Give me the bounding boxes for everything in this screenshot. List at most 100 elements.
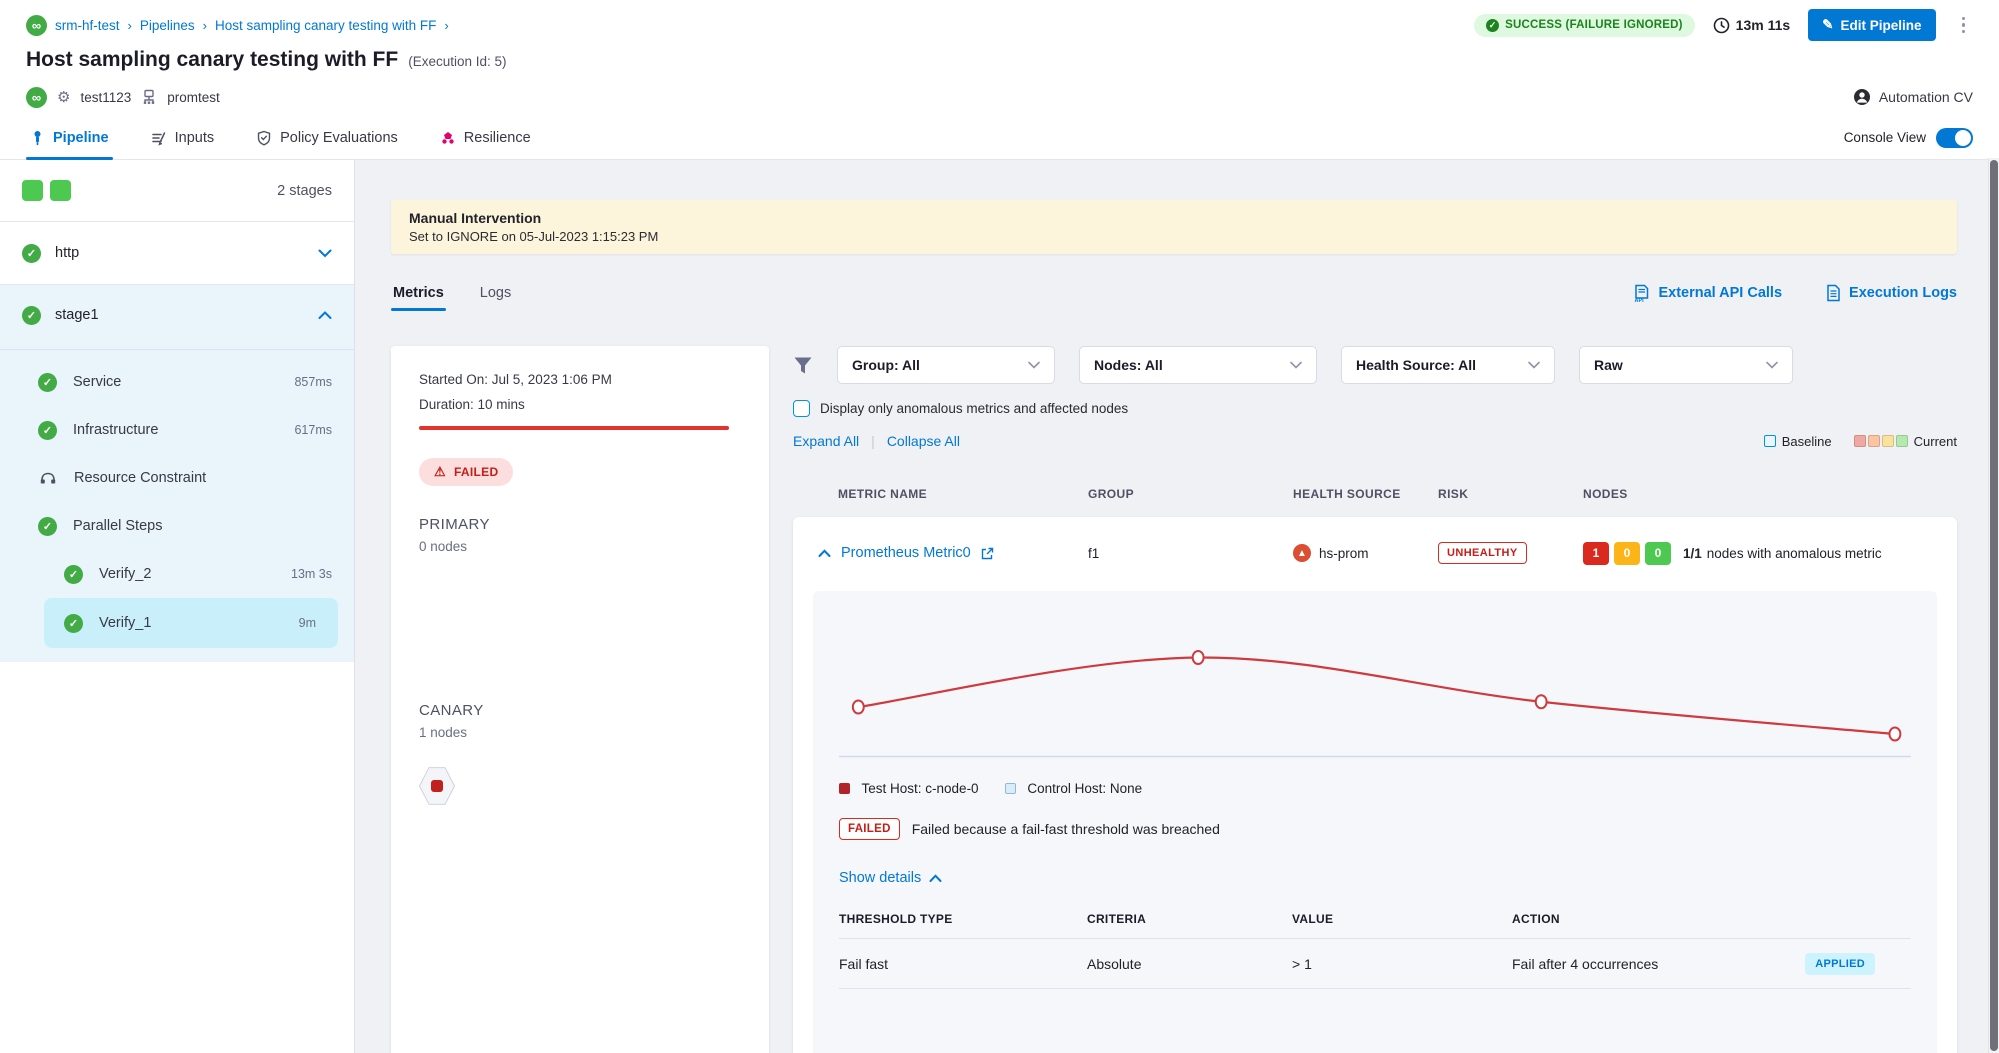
prometheus-icon: ▲ (1293, 544, 1311, 562)
current-swatches (1854, 435, 1908, 447)
resilience-icon (440, 130, 456, 146)
execution-logs-link[interactable]: Execution Logs (1826, 284, 1957, 302)
tab-metrics[interactable]: Metrics (391, 275, 446, 311)
resource-constraint-icon (38, 470, 58, 487)
sidebar-step-verify1[interactable]: ✓ Verify_1 9m (44, 598, 338, 648)
anomalous-only-checkbox[interactable] (793, 400, 810, 417)
user-avatar-icon (1853, 88, 1871, 106)
metric-line-chart[interactable] (839, 617, 1911, 767)
expand-all-link[interactable]: Expand All (793, 433, 859, 449)
collapse-chevron-up-icon[interactable] (818, 549, 831, 558)
success-check-icon: ✓ (22, 244, 41, 263)
sidebar-stage-http[interactable]: ✓ http (0, 222, 354, 285)
page-title: Host sampling canary testing with FF (26, 48, 398, 72)
tab-logs[interactable]: Logs (478, 275, 513, 311)
service-name[interactable]: test1123 (80, 90, 131, 105)
sidebar-step-service[interactable]: ✓ Service 857ms (0, 358, 354, 406)
failure-reason-row: FAILED Failed because a fail-fast thresh… (839, 818, 1911, 840)
chevron-up-icon (929, 874, 942, 883)
healthy-node-count: 0 (1645, 542, 1671, 565)
verification-duration: Duration: 10 mins (419, 397, 741, 412)
stage-count: 2 stages (277, 183, 332, 199)
svg-text:API: API (1635, 298, 1645, 303)
chevron-up-icon[interactable] (318, 311, 332, 320)
tab-policy-evaluations[interactable]: Policy Evaluations (252, 116, 402, 159)
clock-icon (1713, 17, 1730, 34)
chevron-down-icon[interactable] (318, 249, 332, 258)
monitored-service-name[interactable]: promtest (167, 90, 220, 105)
verification-summary-card: Started On: Jul 5, 2023 1:06 PM Duration… (391, 346, 769, 1053)
main-tabbar: Pipeline Inputs Policy Evaluations Resil… (0, 116, 1999, 160)
threshold-criteria: Absolute (1087, 956, 1292, 972)
metric-name-link[interactable]: Prometheus Metric0 (841, 545, 971, 561)
collapse-all-link[interactable]: Collapse All (887, 433, 960, 449)
console-view-label: Console View (1844, 130, 1926, 145)
node-counts: 1 0 0 1/1 nodes with anomalous metric (1583, 542, 1932, 565)
pencil-icon: ✎ (1822, 17, 1833, 33)
breadcrumb-project[interactable]: srm-hf-test (55, 18, 120, 33)
edit-pipeline-button[interactable]: ✎ Edit Pipeline (1808, 9, 1935, 41)
elapsed-time: 13m 11s (1713, 17, 1791, 34)
breadcrumb-pipelines[interactable]: Pipelines (140, 18, 195, 33)
sidebar-step-infrastructure[interactable]: ✓ Infrastructure 617ms (0, 406, 354, 454)
step-duration: 617ms (294, 423, 332, 437)
legend-current: Current (1854, 434, 1957, 449)
canary-node-hexagon[interactable] (419, 766, 455, 806)
metric-table-header: METRIC NAME GROUP HEALTH SOURCE RISK NOD… (793, 487, 1957, 501)
page-header: ∞ srm-hf-test › Pipelines › Host samplin… (0, 0, 1999, 110)
sidebar-step-parallel-steps[interactable]: ✓ Parallel Steps (0, 502, 354, 550)
anomalous-node-count: 1 (1583, 542, 1609, 565)
view-mode-select[interactable]: Raw (1579, 346, 1793, 384)
triggered-by: Automation CV (1853, 88, 1973, 106)
baseline-swatch (1764, 435, 1776, 447)
legend-baseline: Baseline (1764, 434, 1832, 449)
status-badge: ✓ SUCCESS (FAILURE IGNORED) (1474, 14, 1695, 37)
applied-badge: APPLIED (1805, 953, 1875, 975)
execution-sidebar: 2 stages ✓ http ✓ stage1 ✓ Service 857ms… (0, 160, 355, 1053)
nodes-ratio: 1/1 (1683, 546, 1702, 561)
threshold-row: Fail fast Absolute > 1 Fail after 4 occu… (839, 939, 1911, 989)
legend-control-host: Control Host: None (1005, 781, 1143, 796)
sidebar-stage-stage1[interactable]: ✓ stage1 (0, 285, 354, 345)
console-view-toggle[interactable] (1936, 128, 1973, 148)
breadcrumb-pipeline-name[interactable]: Host sampling canary testing with FF (215, 18, 436, 33)
external-link-icon[interactable] (981, 547, 994, 560)
step-details-panel: Manual Intervention Set to IGNORE on 05-… (355, 160, 1999, 1053)
group-filter-select[interactable]: Group: All (837, 346, 1055, 384)
nodes-filter-select[interactable]: Nodes: All (1079, 346, 1317, 384)
health-source-filter-select[interactable]: Health Source: All (1341, 346, 1555, 384)
tab-pipeline[interactable]: Pipeline (26, 116, 113, 159)
banner-message: Set to IGNORE on 05-Jul-2023 1:15:23 PM (409, 229, 1939, 244)
external-api-calls-link[interactable]: API External API Calls (1633, 284, 1782, 303)
success-check-icon: ✓ (38, 517, 57, 536)
document-icon (1826, 284, 1841, 302)
primary-node-count: 0 nodes (419, 539, 741, 554)
filter-funnel-icon[interactable] (793, 356, 813, 375)
divider: | (871, 433, 875, 449)
breadcrumb: ∞ srm-hf-test › Pipelines › Host samplin… (26, 15, 449, 36)
more-options-menu[interactable] (1954, 13, 1974, 38)
scrollbar-thumb[interactable] (1990, 160, 1998, 1051)
nodes-ratio-text: nodes with anomalous metric (1707, 546, 1882, 561)
success-check-icon: ✓ (64, 565, 83, 584)
chevron-down-icon (1528, 361, 1540, 369)
metric-row: Prometheus Metric0 f1 ▲ hs-prom UNHEALTH… (793, 517, 1957, 589)
stage-status-squares (22, 180, 71, 201)
vertical-scrollbar[interactable] (1988, 158, 1999, 1053)
console-tabs: Metrics Logs API External API Calls Exec… (391, 270, 1957, 316)
inputs-icon (151, 130, 167, 146)
sidebar-step-verify2[interactable]: ✓ Verify_2 13m 3s (0, 550, 354, 598)
pipeline-icon (30, 130, 45, 146)
primary-label: PRIMARY (419, 516, 741, 533)
tab-inputs[interactable]: Inputs (147, 116, 219, 159)
chevron-right-icon: › (203, 18, 207, 33)
metric-group: f1 (1088, 546, 1293, 561)
tab-resilience[interactable]: Resilience (436, 116, 535, 159)
canary-label: CANARY (419, 702, 741, 719)
gear-icon: ⚙ (57, 88, 70, 106)
execution-id: (Execution Id: 5) (408, 54, 506, 69)
sidebar-step-resource-constraint[interactable]: Resource Constraint (0, 454, 354, 502)
api-document-icon: API (1633, 284, 1650, 303)
show-details-link[interactable]: Show details (839, 870, 1911, 886)
harness-logo-icon: ∞ (26, 15, 47, 36)
